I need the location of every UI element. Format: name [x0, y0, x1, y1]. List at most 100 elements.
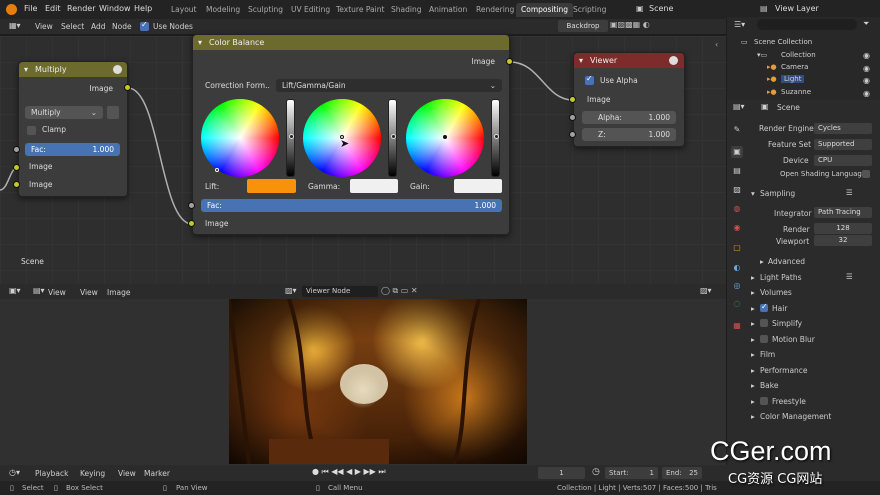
- simplify-expand-icon[interactable]: ▸: [751, 319, 755, 328]
- light-paths-presets-icon[interactable]: ☰: [846, 272, 853, 281]
- lift-value-slider[interactable]: [286, 99, 295, 177]
- multiply-image1-socket[interactable]: [13, 164, 20, 171]
- modifier-tab-icon[interactable]: ◐: [731, 262, 743, 274]
- menu-timeline-view[interactable]: View: [118, 469, 136, 478]
- menu-view-mode[interactable]: View: [48, 288, 66, 297]
- render-tab-icon[interactable]: ▣: [731, 146, 743, 158]
- volumes-panel[interactable]: Volumes: [760, 288, 792, 297]
- multiply-fac-socket[interactable]: [13, 146, 20, 153]
- object-tab-icon[interactable]: ▢: [731, 242, 743, 254]
- menu-image-view[interactable]: View: [80, 288, 98, 297]
- color-management-panel[interactable]: Color Management: [760, 412, 831, 421]
- visibility-eye-icons[interactable]: ◉ ◉ ◉ ◉: [863, 50, 870, 100]
- outliner-search-field[interactable]: [757, 19, 857, 30]
- outliner-item-camera[interactable]: Camera: [781, 63, 808, 71]
- multiply-node[interactable]: Multiply Image Multiply⌄ Clamp Fac: 1.00…: [18, 61, 128, 197]
- image-name-field[interactable]: Viewer Node: [302, 286, 378, 297]
- blend-type-select[interactable]: Multiply ⌄: [25, 106, 103, 119]
- view-mode-icon[interactable]: ▤▾: [33, 286, 45, 295]
- feature-set-select[interactable]: Supported: [814, 139, 872, 150]
- gamma-value-slider[interactable]: [388, 99, 397, 177]
- multiply-image-output-socket[interactable]: [124, 84, 131, 91]
- advanced-expand-icon[interactable]: ▸: [760, 257, 764, 266]
- cb-fac-socket[interactable]: [188, 202, 195, 209]
- motion-blur-panel[interactable]: Motion Blur: [772, 335, 815, 344]
- multiply-node-header[interactable]: Multiply: [19, 62, 127, 77]
- menu-keying[interactable]: Keying: [80, 469, 105, 478]
- hair-checkbox[interactable]: [760, 302, 768, 312]
- viewer-alpha-field[interactable]: Alpha: 1.000: [582, 111, 676, 124]
- start-frame-field[interactable]: Start: 1: [605, 467, 658, 479]
- color-management-expand-icon[interactable]: ▸: [751, 412, 755, 421]
- gain-color-swatch[interactable]: [454, 179, 502, 193]
- motion-blur-expand-icon[interactable]: ▸: [751, 335, 755, 344]
- film-panel[interactable]: Film: [760, 350, 775, 359]
- volumes-expand-icon[interactable]: ▸: [751, 288, 755, 297]
- sidebar-toggle-icon[interactable]: ‹: [715, 40, 718, 49]
- menu-playback[interactable]: Playback: [35, 469, 68, 478]
- collection-expand-icon[interactable]: ▾▭: [757, 51, 767, 59]
- world-tab-icon[interactable]: ◉: [731, 222, 743, 234]
- alpha-toggle-icon[interactable]: [107, 106, 119, 119]
- hair-expand-icon[interactable]: ▸: [751, 304, 755, 313]
- light-paths-panel[interactable]: Light Paths: [760, 273, 801, 282]
- outliner-item-suzanne[interactable]: Suzanne: [781, 88, 811, 96]
- viewer-z-socket[interactable]: [569, 131, 576, 138]
- hair-panel[interactable]: Hair: [772, 304, 787, 313]
- viewport-samples-field[interactable]: 32: [814, 235, 872, 246]
- viewer-z-field[interactable]: Z: 1.000: [582, 128, 676, 141]
- outliner-editor-icon[interactable]: ☰▾: [734, 20, 745, 29]
- timeline-editor-icon[interactable]: ◷▾: [9, 468, 20, 477]
- freestyle-expand-icon[interactable]: ▸: [751, 397, 755, 406]
- view-layer-tab-icon[interactable]: ▨: [731, 184, 743, 196]
- multiply-fac-slider[interactable]: Fac: 1.000: [25, 143, 120, 156]
- gamma-color-swatch[interactable]: [350, 179, 398, 193]
- correction-formula-select[interactable]: Lift/Gamma/Gain ⌄: [276, 79, 502, 92]
- color-balance-node[interactable]: Color Balance Image Correction Form.. Li…: [192, 34, 510, 235]
- image-browse-icon[interactable]: ▨▾: [285, 286, 297, 295]
- image-editor-type-icon[interactable]: ▣▾: [9, 286, 21, 295]
- cb-image-output-socket[interactable]: [506, 58, 513, 65]
- viewer-node[interactable]: Viewer Use Alpha Image Alpha: 1.000 Z: 1…: [573, 52, 685, 147]
- cb-image-input-socket[interactable]: [188, 220, 195, 227]
- preview-range-icon[interactable]: ◷: [592, 467, 600, 477]
- view-layer-icon[interactable]: ▤: [760, 4, 768, 13]
- tool-tab-icon[interactable]: ✎: [731, 124, 743, 136]
- lift-color-wheel[interactable]: [201, 99, 279, 177]
- bake-expand-icon[interactable]: ▸: [751, 381, 755, 390]
- particles-tab-icon[interactable]: ◎: [731, 280, 743, 292]
- outliner-filter-icon[interactable]: ⏷: [863, 19, 869, 29]
- sampling-presets-icon[interactable]: ☰: [846, 188, 853, 197]
- multiply-image2-socket[interactable]: [13, 181, 20, 188]
- playback-controls-icons[interactable]: ● ⏮ ◀◀ ◀ ▶ ▶▶ ⏭: [312, 467, 386, 477]
- viewer-image-input-socket[interactable]: [569, 96, 576, 103]
- render-engine-select[interactable]: Cycles: [814, 123, 872, 134]
- freestyle-checkbox[interactable]: [760, 397, 768, 405]
- light-paths-expand-icon[interactable]: ▸: [751, 273, 755, 282]
- end-frame-field[interactable]: End: 25: [662, 467, 702, 479]
- integrator-select[interactable]: Path Tracing: [814, 207, 872, 218]
- current-frame-field[interactable]: 1: [538, 467, 585, 479]
- outliner-item-light[interactable]: Light: [781, 75, 805, 83]
- advanced-subpanel[interactable]: Advanced: [768, 257, 805, 266]
- sampling-panel-header[interactable]: Sampling: [760, 189, 795, 198]
- viewer-node-header[interactable]: Viewer: [574, 53, 684, 68]
- scene-collection-label[interactable]: Scene Collection: [754, 38, 812, 46]
- color-balance-header[interactable]: Color Balance: [193, 35, 509, 50]
- use-alpha-checkbox[interactable]: [585, 74, 594, 85]
- freestyle-panel[interactable]: Freestyle: [772, 397, 806, 406]
- bake-panel[interactable]: Bake: [760, 381, 778, 390]
- clamp-checkbox[interactable]: [27, 126, 36, 135]
- simplify-checkbox[interactable]: [760, 319, 768, 327]
- viewer-alpha-socket[interactable]: [569, 114, 576, 121]
- menu-image[interactable]: Image: [107, 288, 131, 297]
- display-channels-icon[interactable]: ▨▾: [700, 286, 712, 295]
- film-expand-icon[interactable]: ▸: [751, 350, 755, 359]
- menu-marker[interactable]: Marker: [144, 469, 170, 478]
- properties-editor-icon[interactable]: ▤▾: [733, 102, 745, 111]
- outliner-item-collection[interactable]: Collection: [781, 51, 816, 59]
- node-preview-icon[interactable]: [113, 65, 122, 74]
- performance-panel[interactable]: Performance: [760, 366, 808, 375]
- osl-checkbox[interactable]: [862, 170, 870, 178]
- image-action-icons[interactable]: ◯ ⧉ ▭ ✕: [381, 286, 418, 296]
